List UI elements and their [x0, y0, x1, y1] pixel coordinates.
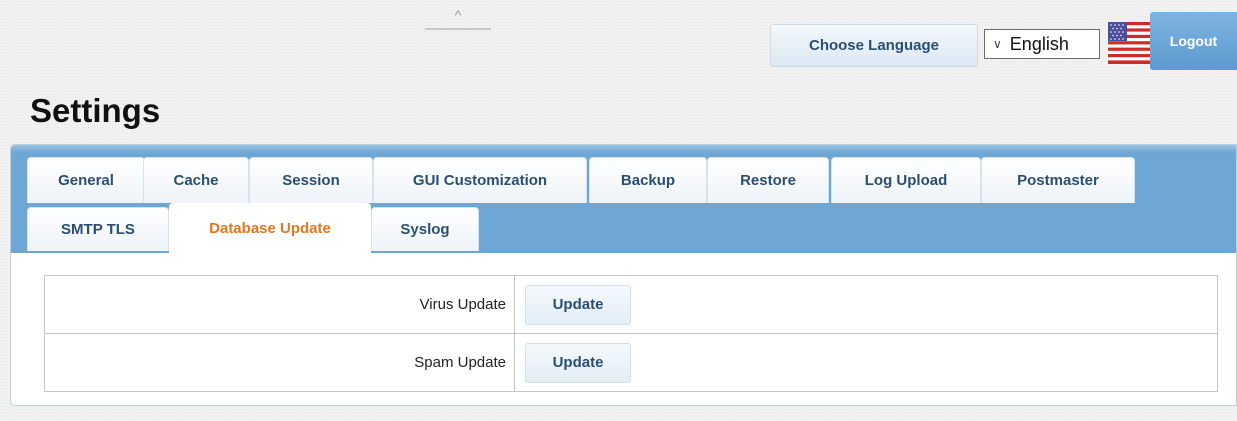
chevron-down-icon: ∨ [993, 37, 1002, 51]
tab-syslog[interactable]: Syslog [371, 207, 479, 251]
table-row: Virus Update Update [44, 275, 1218, 334]
spam-update-button[interactable]: Update [525, 342, 631, 383]
tab-general[interactable]: General [27, 157, 145, 203]
tab-restore[interactable]: Restore [707, 157, 829, 203]
language-value: English [1009, 33, 1069, 54]
collapse-handle[interactable]: ^ [425, 8, 491, 30]
tab-gui-customization[interactable]: GUI Customization [373, 157, 587, 203]
tab-log-upload[interactable]: Log Upload [831, 157, 981, 203]
tab-database-update[interactable]: Database Update [169, 203, 371, 253]
page-title: Settings [30, 92, 161, 129]
virus-update-button[interactable]: Update [525, 284, 631, 325]
table-row: Spam Update Update [44, 333, 1218, 392]
logout-button[interactable]: Logout [1150, 12, 1237, 70]
tab-cache[interactable]: Cache [143, 157, 249, 203]
choose-language-button[interactable]: Choose Language [770, 24, 978, 67]
virus-update-label: Virus Update [44, 275, 515, 334]
chevron-up-icon: ^ [454, 7, 462, 23]
us-flag-icon [1108, 22, 1150, 64]
tab-smtp-tls[interactable]: SMTP TLS [27, 207, 169, 251]
language-select[interactable]: ∨ English [984, 29, 1100, 59]
tab-postmaster[interactable]: Postmaster [981, 157, 1135, 203]
tab-bar: General Cache Session GUI Customization … [11, 145, 1236, 253]
settings-panel: General Cache Session GUI Customization … [10, 144, 1237, 406]
tab-session[interactable]: Session [249, 157, 373, 203]
database-update-table: Virus Update Update Spam Update Update [44, 275, 1218, 392]
spam-update-label: Spam Update [44, 333, 515, 392]
tab-backup[interactable]: Backup [589, 157, 707, 203]
